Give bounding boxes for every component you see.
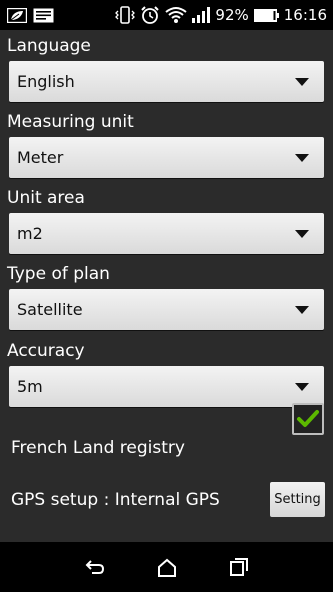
accuracy-dropdown[interactable]: 5m <box>9 366 324 407</box>
recent-apps-icon[interactable] <box>229 557 249 577</box>
image-notification-icon <box>33 8 54 23</box>
accuracy-value: 5m <box>17 377 43 396</box>
gps-setup-label: GPS setup : Internal GPS <box>11 490 220 510</box>
battery-icon <box>253 8 279 22</box>
status-notifications <box>0 7 54 23</box>
alarm-icon <box>140 5 160 25</box>
dropdown-arrow-icon <box>295 154 309 162</box>
checkmark-icon <box>297 410 319 427</box>
status-system: 92% 16:16 <box>115 5 333 25</box>
vibrate-icon <box>115 6 136 24</box>
language-value: English <box>17 72 75 91</box>
home-icon[interactable] <box>157 558 177 577</box>
dropdown-arrow-icon <box>295 383 309 391</box>
accuracy-label: Accuracy <box>7 341 85 361</box>
language-label: Language <box>7 36 91 56</box>
type-of-plan-dropdown[interactable]: Satellite <box>9 289 324 330</box>
dropdown-arrow-icon <box>295 230 309 238</box>
type-of-plan-value: Satellite <box>17 300 83 319</box>
french-land-registry-checkbox[interactable] <box>292 403 324 435</box>
navigation-bar <box>0 542 333 592</box>
type-of-plan-label: Type of plan <box>7 264 110 284</box>
language-dropdown[interactable]: English <box>9 61 324 102</box>
clock: 16:16 <box>283 6 327 24</box>
wifi-icon <box>165 6 188 24</box>
unit-area-label: Unit area <box>7 188 85 208</box>
gps-setting-button[interactable]: Setting <box>270 482 325 517</box>
status-bar: 92% 16:16 <box>0 0 333 30</box>
leaf-notification-icon <box>7 7 27 23</box>
signal-icon <box>192 7 211 23</box>
settings-panel: Language English Measuring unit Meter Un… <box>0 30 333 542</box>
measuring-unit-value: Meter <box>17 148 64 167</box>
french-land-registry-label: French Land registry <box>11 438 185 458</box>
battery-percent: 92% <box>215 6 249 24</box>
back-icon[interactable] <box>84 558 106 576</box>
unit-area-dropdown[interactable]: m2 <box>9 213 324 254</box>
measuring-unit-dropdown[interactable]: Meter <box>9 137 324 178</box>
unit-area-value: m2 <box>17 224 43 243</box>
dropdown-arrow-icon <box>295 78 309 86</box>
dropdown-arrow-icon <box>295 306 309 314</box>
measuring-unit-label: Measuring unit <box>7 112 134 132</box>
